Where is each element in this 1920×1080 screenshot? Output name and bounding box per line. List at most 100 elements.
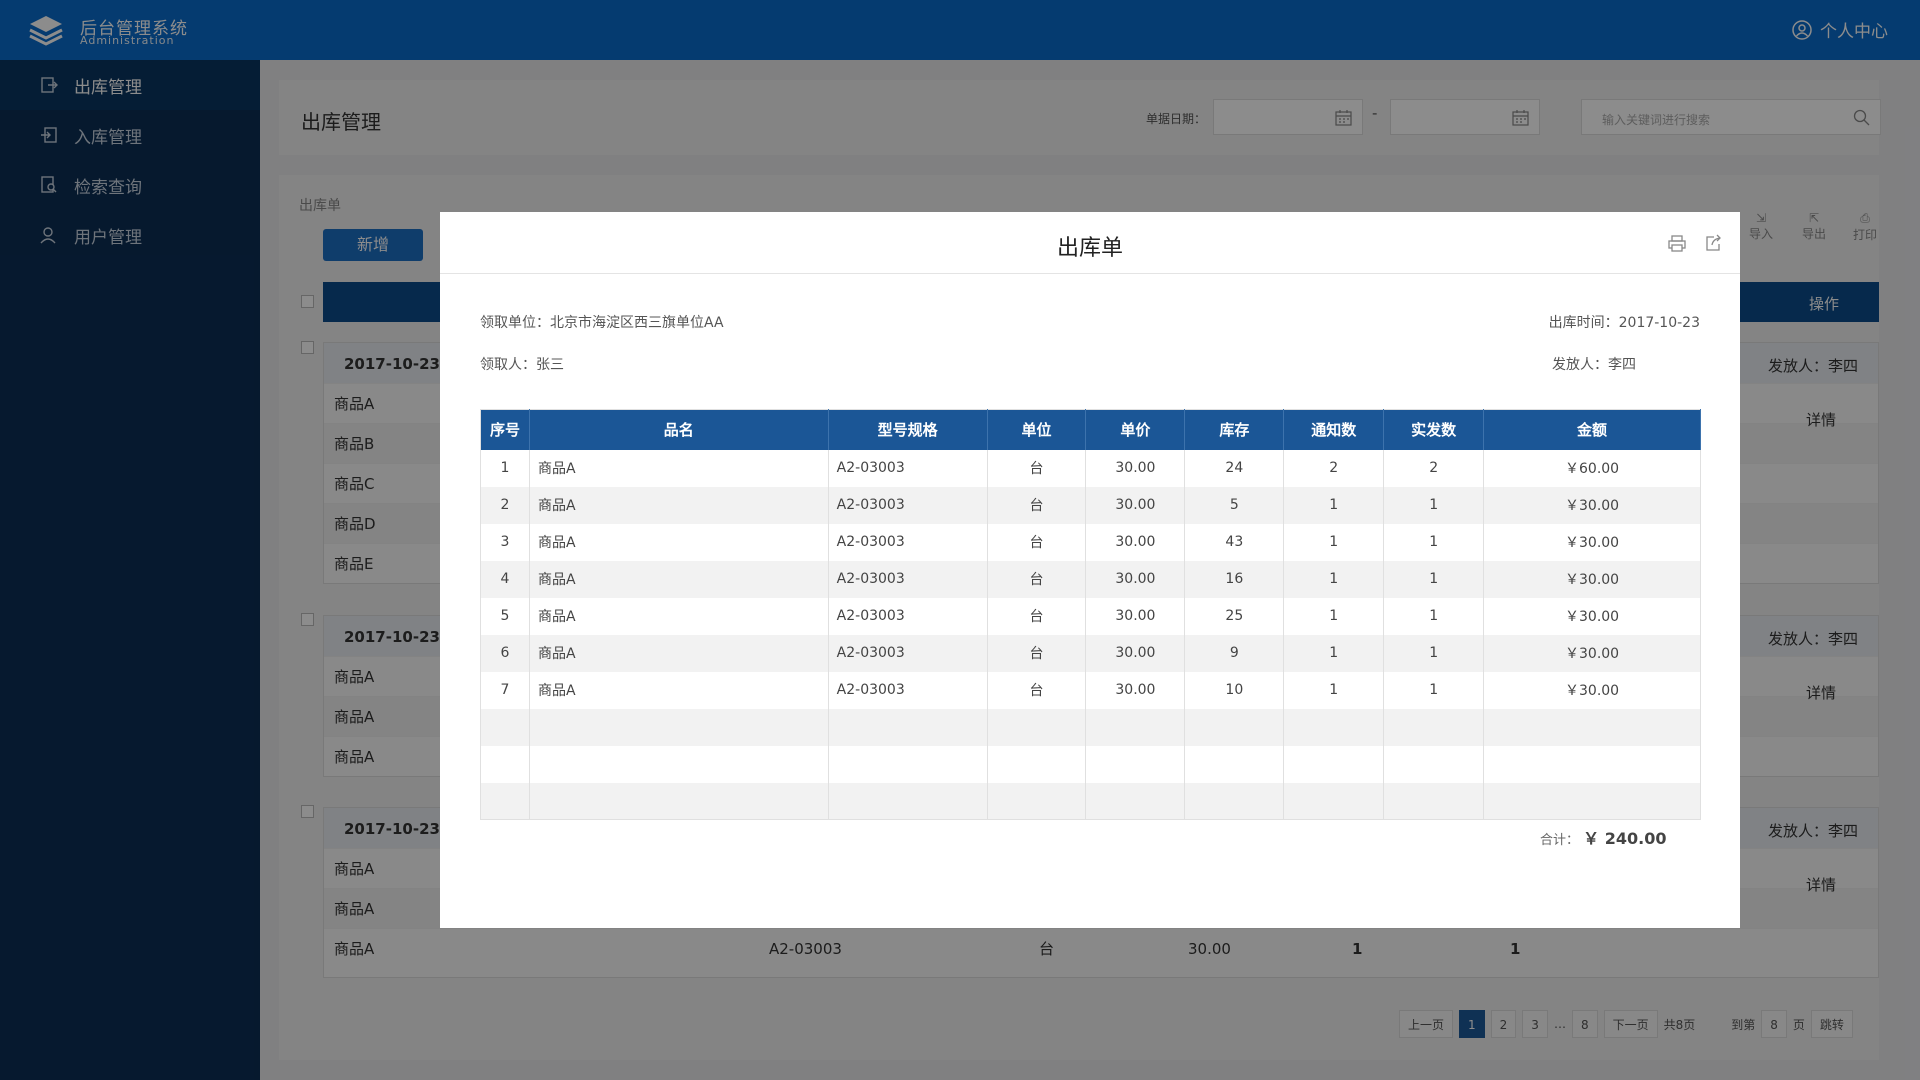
table-cell: ￥30.00 <box>1483 560 1701 598</box>
table-cell: ￥60.00 <box>1483 449 1701 487</box>
issuer: 发放人：李四 <box>1552 357 1636 373</box>
column-header: 实发数 <box>1383 409 1485 450</box>
table-cell: 16 <box>1184 560 1285 598</box>
table-cell: 1 <box>1283 671 1385 709</box>
table-cell: 30.00 <box>1085 523 1186 561</box>
table-cell <box>1283 782 1385 820</box>
table-cell: A2-03003 <box>828 486 988 524</box>
table-row: 2 商品A A2-03003 台 30.00 5 1 1 ￥30.00 <box>480 486 1701 524</box>
table-cell: 1 <box>1383 671 1485 709</box>
table-cell: 1 <box>1283 560 1385 598</box>
table-cell <box>1283 745 1385 783</box>
table-cell: 台 <box>987 671 1087 709</box>
table-cell <box>1184 708 1285 746</box>
empty-table-row <box>480 745 1701 783</box>
table-cell: 商品A <box>529 486 829 524</box>
table-cell <box>1383 708 1485 746</box>
table-cell: 43 <box>1184 523 1285 561</box>
table-cell <box>987 745 1087 783</box>
table-cell <box>987 782 1087 820</box>
table-cell: A2-03003 <box>828 597 988 635</box>
table-cell <box>480 708 530 746</box>
table-cell: 30.00 <box>1085 671 1186 709</box>
table-cell <box>1483 745 1701 783</box>
table-cell: 1 <box>1383 560 1485 598</box>
column-header: 品名 <box>529 409 829 450</box>
table-cell: 1 <box>1383 597 1485 635</box>
table-cell: ￥30.00 <box>1483 486 1701 524</box>
table-cell: 25 <box>1184 597 1285 635</box>
total: 合计： ￥ 240.00 <box>1540 825 1666 849</box>
table-cell: 台 <box>987 486 1087 524</box>
table-cell: 30.00 <box>1085 634 1186 672</box>
table-cell <box>480 782 530 820</box>
table-cell: 4 <box>480 560 530 598</box>
table-cell: 5 <box>480 597 530 635</box>
column-header: 金额 <box>1483 409 1701 450</box>
table-cell: ￥30.00 <box>1483 634 1701 672</box>
table-row: 1 商品A A2-03003 台 30.00 24 2 2 ￥60.00 <box>480 449 1701 487</box>
table-row: 4 商品A A2-03003 台 30.00 16 1 1 ￥30.00 <box>480 560 1701 598</box>
table-cell <box>529 782 829 820</box>
total-value: ￥ 240.00 <box>1583 829 1667 848</box>
table-cell <box>1483 708 1701 746</box>
empty-table-row <box>480 708 1701 746</box>
table-cell <box>480 745 530 783</box>
receiver: 领取人：张三 <box>480 357 564 373</box>
table-cell: 商品A <box>529 449 829 487</box>
table-cell: 台 <box>987 597 1087 635</box>
column-header: 单位 <box>987 409 1087 450</box>
table-cell: 商品A <box>529 671 829 709</box>
table-cell: 1 <box>1283 597 1385 635</box>
column-header: 型号规格 <box>828 409 988 450</box>
table-cell <box>1383 782 1485 820</box>
table-cell <box>1184 782 1285 820</box>
dialog-header: 出库单 <box>440 212 1740 274</box>
print-icon[interactable] <box>1668 234 1686 252</box>
order-items-table: 序号 品名 型号规格 单位 单价 库存 通知数 实发数 金额 1 商品A A2-03003 台 30.0… <box>480 409 1701 820</box>
table-row: 7 商品A A2-03003 台 30.00 10 1 1 ￥30.00 <box>480 671 1701 709</box>
table-cell: 1 <box>1383 634 1485 672</box>
table-cell: 1 <box>1383 486 1485 524</box>
table-cell <box>529 745 829 783</box>
table-cell: 24 <box>1184 449 1285 487</box>
table-header-row: 序号 品名 型号规格 单位 单价 库存 通知数 实发数 金额 <box>480 409 1701 450</box>
table-row: 3 商品A A2-03003 台 30.00 43 1 1 ￥30.00 <box>480 523 1701 561</box>
total-label: 合计： <box>1540 833 1580 848</box>
column-header: 单价 <box>1085 409 1186 450</box>
table-cell: ￥30.00 <box>1483 523 1701 561</box>
column-header: 序号 <box>480 409 530 450</box>
table-cell: 30.00 <box>1085 560 1186 598</box>
dialog-title: 出库单 <box>1056 236 1123 261</box>
table-cell: 9 <box>1184 634 1285 672</box>
table-cell <box>828 745 988 783</box>
table-cell: A2-03003 <box>828 671 988 709</box>
table-cell: 30.00 <box>1085 486 1186 524</box>
table-cell: 2 <box>1383 449 1485 487</box>
table-cell <box>987 708 1087 746</box>
table-cell: 30.00 <box>1085 597 1186 635</box>
receiver-unit: 领取单位：北京市海淀区西三旗单位AA <box>480 315 724 331</box>
table-cell: 6 <box>480 634 530 672</box>
table-cell: 1 <box>1283 486 1385 524</box>
table-cell: 商品A <box>529 560 829 598</box>
table-cell: 3 <box>480 523 530 561</box>
table-cell <box>828 708 988 746</box>
table-row: 5 商品A A2-03003 台 30.00 25 1 1 ￥30.00 <box>480 597 1701 635</box>
table-cell: A2-03003 <box>828 523 988 561</box>
table-cell: 1 <box>1283 523 1385 561</box>
table-cell: 30.00 <box>1085 449 1186 487</box>
table-cell: 台 <box>987 560 1087 598</box>
outbound-order-dialog: 出库单 领取单位：北京市海淀区西三旗单位AA 出库时间：2017-10-23 领… <box>440 212 1740 928</box>
table-cell: 商品A <box>529 523 829 561</box>
table-cell <box>1383 745 1485 783</box>
share-export-icon[interactable] <box>1704 234 1722 252</box>
table-row: 6 商品A A2-03003 台 30.00 9 1 1 ￥30.00 <box>480 634 1701 672</box>
table-cell: 1 <box>480 449 530 487</box>
table-cell <box>1283 708 1385 746</box>
table-cell: A2-03003 <box>828 634 988 672</box>
table-cell: ￥30.00 <box>1483 597 1701 635</box>
table-cell: 1 <box>1383 523 1485 561</box>
table-cell <box>1085 745 1186 783</box>
table-cell: 台 <box>987 523 1087 561</box>
